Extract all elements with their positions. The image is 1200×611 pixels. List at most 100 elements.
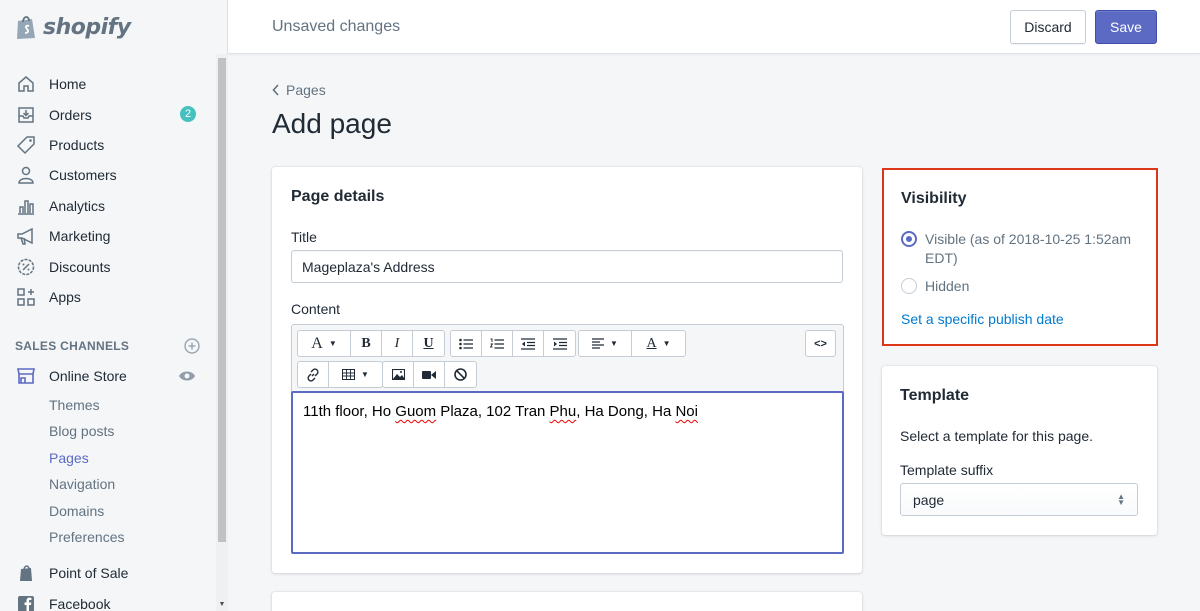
- font-format-button[interactable]: A ▼: [298, 331, 351, 356]
- visibility-hidden-option[interactable]: Hidden: [901, 277, 969, 296]
- visible-radio[interactable]: [901, 231, 917, 247]
- indent-button[interactable]: [544, 331, 575, 356]
- sidebar-subitem-themes[interactable]: Themes: [0, 391, 216, 418]
- set-publish-date-link[interactable]: Set a specific publish date: [901, 311, 1064, 327]
- template-suffix-label: Template suffix: [900, 462, 994, 478]
- insert-link-button[interactable]: [298, 362, 329, 387]
- toolbar-group-lists: [450, 330, 576, 357]
- image-icon: [391, 369, 405, 380]
- sidebar-item-label: Marketing: [49, 228, 111, 245]
- home-icon: [15, 73, 37, 95]
- bullet-list-icon: [459, 338, 473, 349]
- toolbar-group-text-style: A ▼ B I U: [297, 330, 445, 357]
- caret-down-icon: ▼: [361, 370, 369, 379]
- person-icon: [15, 164, 37, 186]
- sidebar-subitem-domains[interactable]: Domains: [0, 497, 216, 524]
- outdent-button[interactable]: [513, 331, 544, 356]
- numbered-list-icon: [490, 338, 504, 349]
- discount-icon: [15, 256, 37, 278]
- breadcrumb[interactable]: Pages: [272, 82, 326, 98]
- template-suffix-select[interactable]: page ▲ ▼: [900, 483, 1138, 516]
- visibility-card: Visibility Visible (as of 2018-10-25 1:5…: [882, 168, 1158, 346]
- page-details-card: Page details Title Content A ▼ B I U ▼: [272, 167, 862, 573]
- text-color-label: A: [646, 335, 657, 351]
- bar-chart-icon: [15, 195, 37, 217]
- sidebar-item-point-of-sale[interactable]: Point of Sale: [0, 558, 216, 588]
- table-icon: [342, 369, 356, 380]
- orders-count-badge: 2: [180, 106, 196, 123]
- sidebar-subitem-navigation[interactable]: Navigation: [0, 471, 216, 498]
- top-bar: Unsaved changes Discard Save: [228, 0, 1200, 54]
- toolbar-group-html: <>: [805, 330, 836, 357]
- sidebar-item-online-store[interactable]: Online Store: [0, 361, 216, 391]
- sidebar-item-label: Online Store: [49, 368, 127, 385]
- toolbar-group-insert: ▼: [297, 361, 383, 388]
- bold-button[interactable]: B: [351, 331, 382, 356]
- unsaved-changes-text: Unsaved changes: [272, 18, 401, 35]
- title-label: Title: [291, 229, 317, 245]
- shopify-logo[interactable]: shopify: [15, 10, 131, 44]
- scroll-down-arrow-icon[interactable]: ▼: [218, 601, 226, 609]
- main-nav: Home Orders 2 Products Customers Analyti…: [0, 69, 216, 312]
- sidebar-item-products[interactable]: Products: [0, 130, 216, 160]
- caret-down-icon: ▼: [662, 339, 671, 348]
- page-title: Add page: [272, 108, 392, 139]
- sidebar-item-apps[interactable]: Apps: [0, 282, 216, 312]
- insert-image-button[interactable]: [383, 362, 414, 387]
- sidebar-item-analytics[interactable]: Analytics: [0, 191, 216, 221]
- sidebar-subitem-preferences[interactable]: Preferences: [0, 524, 216, 551]
- chevron-left-icon: [272, 84, 279, 96]
- bullet-list-button[interactable]: [451, 331, 482, 356]
- content-text-part: Plaza, 102 Tran: [436, 403, 550, 420]
- show-html-button[interactable]: <>: [806, 331, 835, 356]
- add-channel-icon[interactable]: [184, 338, 200, 354]
- breadcrumb-label: Pages: [286, 82, 326, 98]
- sidebar-item-label: Orders: [49, 106, 92, 123]
- sidebar-item-marketing[interactable]: Marketing: [0, 221, 216, 251]
- apps-icon: [15, 286, 37, 308]
- sidebar-item-label: Apps: [49, 288, 81, 305]
- insert-table-button[interactable]: ▼: [329, 362, 382, 387]
- sidebar-item-facebook[interactable]: Facebook: [0, 588, 216, 611]
- misspelled-word: Guom: [395, 403, 437, 420]
- italic-button[interactable]: I: [382, 331, 413, 356]
- sidebar: shopify Home Orders 2 Products Customers…: [0, 0, 228, 611]
- misspelled-word: Phu: [549, 403, 577, 420]
- sales-channels-title: SALES CHANNELS: [15, 339, 130, 353]
- hidden-radio[interactable]: [901, 278, 917, 294]
- text-color-button[interactable]: A ▼: [632, 331, 685, 356]
- sidebar-item-label: Facebook: [49, 595, 111, 611]
- sidebar-subitem-blog-posts[interactable]: Blog posts: [0, 418, 216, 445]
- clear-format-icon: [454, 368, 467, 381]
- sidebar-item-customers[interactable]: Customers: [0, 160, 216, 190]
- outdent-icon: [521, 337, 535, 350]
- save-button[interactable]: Save: [1095, 10, 1157, 44]
- template-heading: Template: [900, 387, 970, 404]
- clear-formatting-button[interactable]: [445, 362, 476, 387]
- sidebar-scrollbar[interactable]: ▼: [216, 54, 228, 611]
- align-button[interactable]: ▼: [579, 331, 632, 356]
- underline-button[interactable]: U: [413, 331, 444, 356]
- sales-channels-header: SALES CHANNELS: [15, 338, 200, 354]
- insert-video-button[interactable]: [414, 362, 445, 387]
- content-editor-area[interactable]: 11th floor, Ho Guom Plaza, 102 Tran Phu,…: [291, 391, 844, 554]
- font-format-label: A: [311, 334, 323, 352]
- numbered-list-button[interactable]: [482, 331, 513, 356]
- sidebar-item-discounts[interactable]: Discounts: [0, 251, 216, 281]
- content-label: Content: [291, 301, 341, 317]
- sidebar-item-orders[interactable]: Orders 2: [0, 99, 216, 129]
- discard-button[interactable]: Discard: [1010, 10, 1086, 44]
- template-hint: Select a template for this page.: [900, 428, 1093, 444]
- page-details-heading: Page details: [291, 188, 385, 205]
- title-input[interactable]: [291, 250, 843, 283]
- content-text-part: , Ha Dong, Ha: [576, 403, 676, 420]
- brand-name: shopify: [43, 14, 131, 40]
- seo-card-partial: [272, 592, 862, 611]
- sidebar-subitem-pages[interactable]: Pages: [0, 444, 216, 471]
- scrollbar-thumb[interactable]: [218, 58, 226, 542]
- eye-icon[interactable]: [178, 369, 196, 383]
- sidebar-item-home[interactable]: Home: [0, 69, 216, 99]
- visibility-visible-option[interactable]: Visible (as of 2018-10-25 1:52am EDT): [901, 230, 1141, 268]
- link-icon: [307, 367, 319, 382]
- pos-icon: [15, 562, 37, 584]
